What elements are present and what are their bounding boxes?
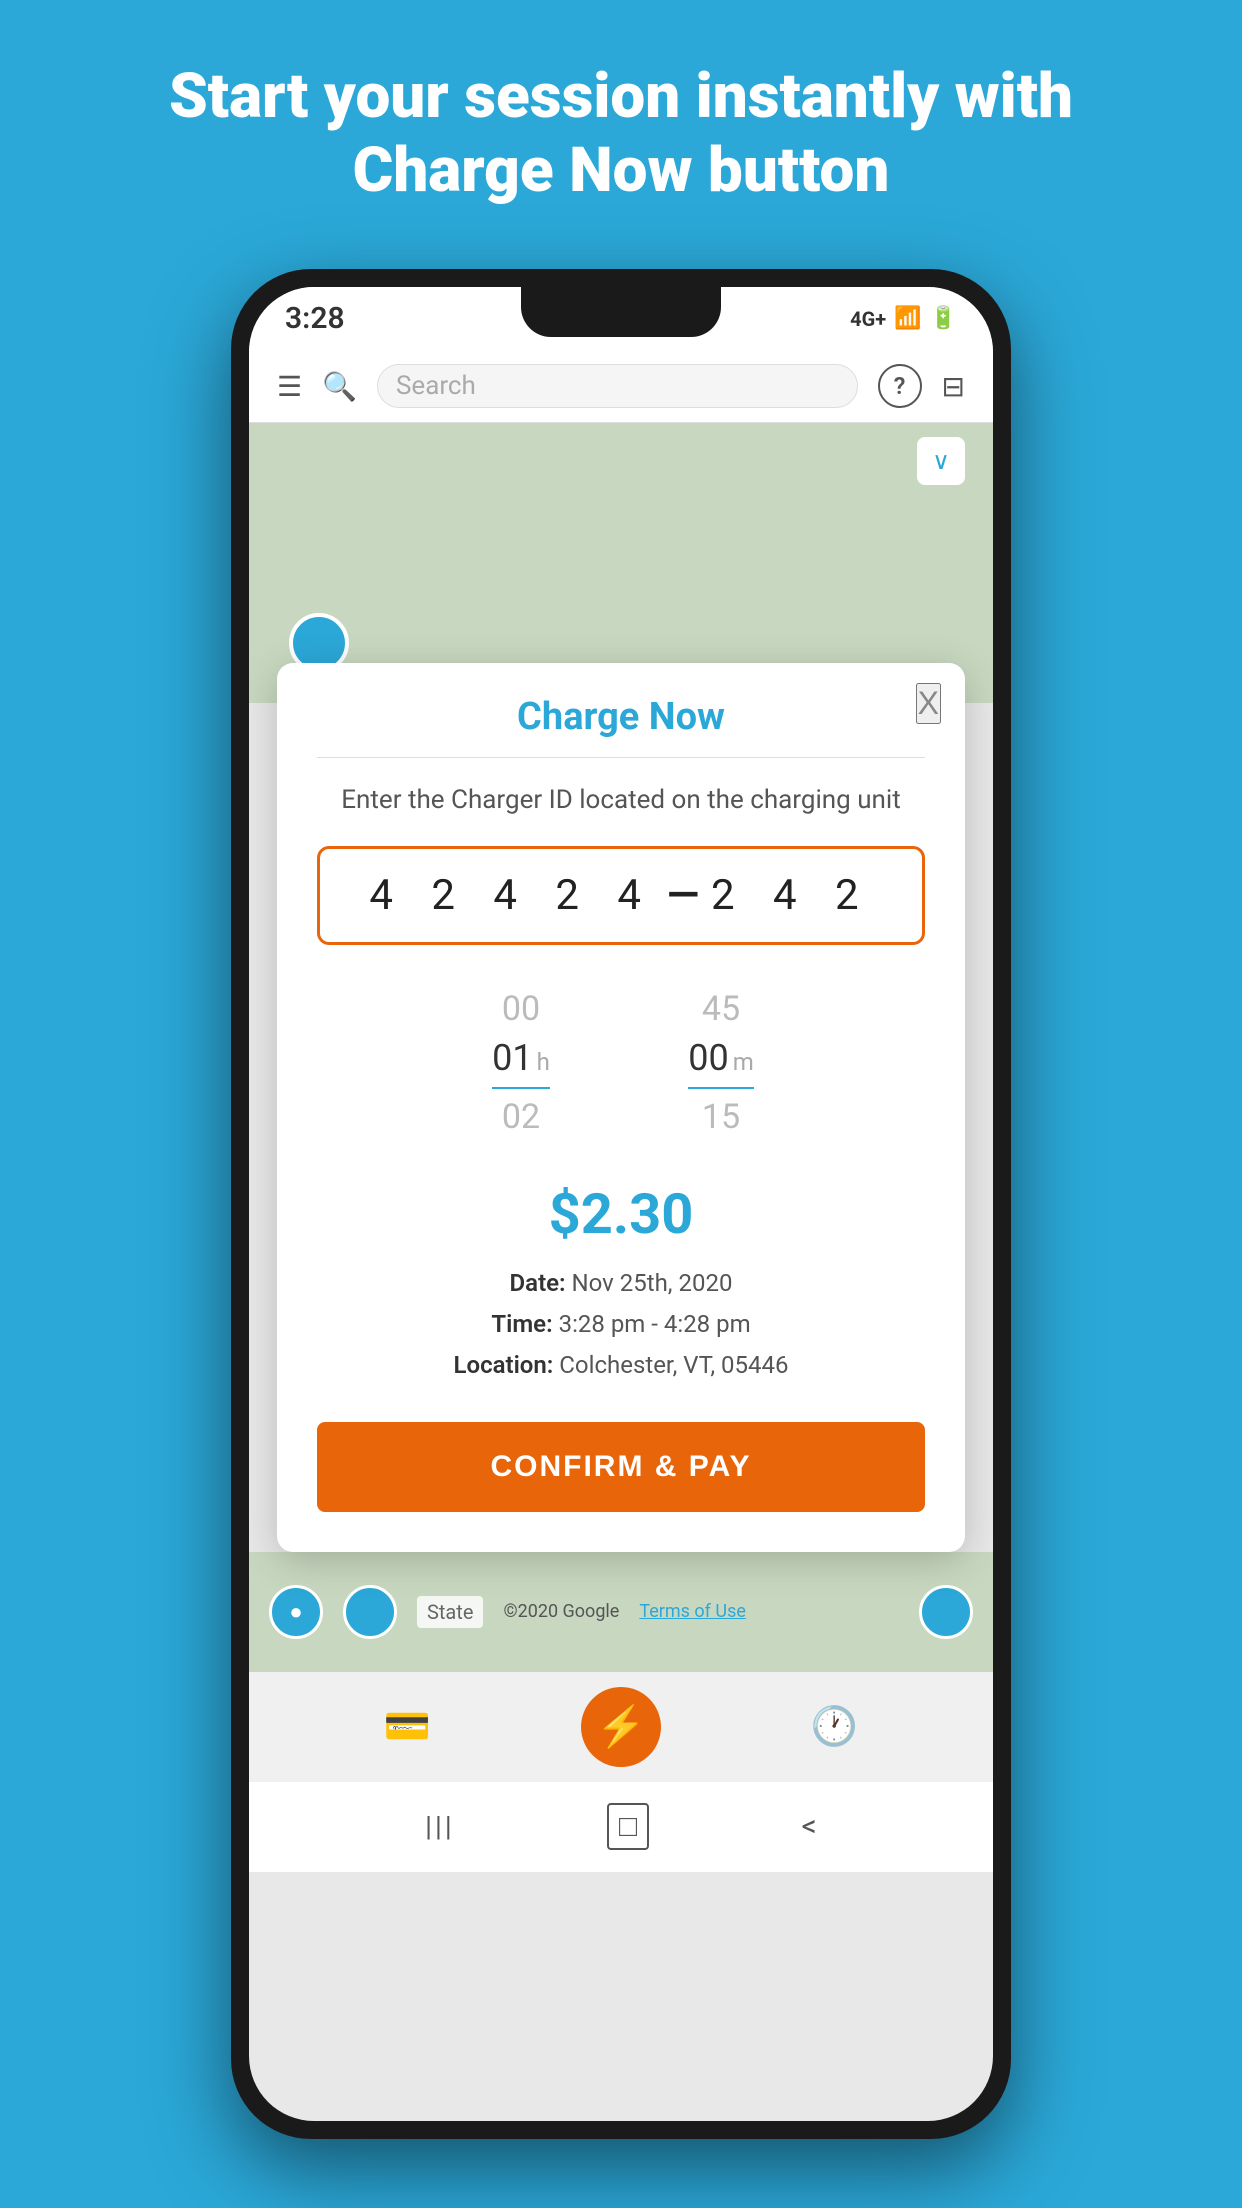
signal-icon: 📶 [894,306,921,331]
hamburger-icon[interactable]: ☰ [277,370,302,403]
hours-selected: 01 h [492,1037,550,1089]
search-box[interactable]: Search [377,364,858,408]
bottom-tab-bar: 💳 ⚡ 🕐 [249,1672,993,1782]
app-navbar: ☰ 🔍 Search ? ⊟ [249,351,993,423]
search-placeholder: Search [396,371,476,401]
charger-id-left: 4 2 4 2 4 [369,871,655,920]
date-label: Date: [510,1269,566,1297]
status-icons: 4G+ 📶 🔋 [850,306,957,331]
minutes-column[interactable]: 45 00 m 15 [656,981,786,1145]
search-icon[interactable]: 🔍 [322,370,357,403]
modal-divider [317,757,925,758]
hours-column[interactable]: 00 01 h 02 [456,981,586,1145]
charger-id-right: 2 4 2 [711,871,873,920]
bottom-map-strip: ● State ©2020 Google Terms of Use [249,1552,993,1672]
minutes-below: 15 [702,1089,740,1145]
filter-icon[interactable]: ⊟ [942,370,965,403]
phone-frame: 3:28 4G+ 📶 🔋 ☰ 🔍 Search ? ⊟ [0,249,1242,2139]
history-tab[interactable]: 🕐 [811,1705,858,1749]
time-label: Time: [491,1310,552,1338]
location-label: Location: [454,1351,554,1379]
price-display: $2.30 [317,1181,925,1247]
hours-above: 00 [502,981,540,1037]
time-picker: 00 01 h 02 45 00 m [317,981,925,1145]
network-icon: 4G+ [850,307,886,331]
page-background: Start your session instantly with Charge… [0,0,1242,2208]
minutes-selected: 00 m [688,1037,754,1089]
map-state-label: State [417,1596,483,1628]
confirm-pay-button[interactable]: CONFIRM & PAY [317,1422,925,1512]
modal-card: X Charge Now Enter the Charger ID locate… [277,663,965,1552]
android-back-icon[interactable]: < [802,1809,817,1844]
battery-icon: 🔋 [930,306,957,331]
time-value: 3:28 pm - 4:28 pm [559,1310,751,1338]
date-value: Nov 25th, 2020 [572,1269,733,1297]
history-icon: 🕐 [811,1705,858,1749]
map-chevron[interactable]: ∨ [917,437,965,485]
charger-id-box[interactable]: 4 2 4 2 4 — 2 4 2 [317,846,925,945]
charge-tab[interactable]: ⚡ [581,1687,661,1767]
android-menu-icon[interactable]: ||| [425,1810,455,1843]
minutes-above: 45 [702,981,740,1037]
charger-id-dash-icon: — [667,871,699,920]
session-details: Date: Nov 25th, 2020 Time: 3:28 pm - 4:2… [317,1263,925,1385]
android-home-icon[interactable]: □ [607,1803,649,1850]
payments-tab[interactable]: 💳 [384,1705,431,1749]
modal-title: Charge Now [317,695,925,739]
phone-notch [521,287,721,337]
android-navbar: ||| □ < [249,1782,993,1872]
map-area: ∨ [249,423,993,703]
modal-description: Enter the Charger ID located on the char… [317,782,925,818]
modal-close-button[interactable]: X [916,683,941,724]
payments-icon: 💳 [384,1705,431,1749]
status-time: 3:28 [285,301,345,336]
location-value: Colchester, VT, 05446 [559,1351,788,1379]
header-text: Start your session instantly with Charge… [0,0,1242,249]
help-icon[interactable]: ? [878,364,922,408]
hours-below: 02 [502,1089,540,1145]
charge-icon: ⚡ [596,1703,646,1750]
